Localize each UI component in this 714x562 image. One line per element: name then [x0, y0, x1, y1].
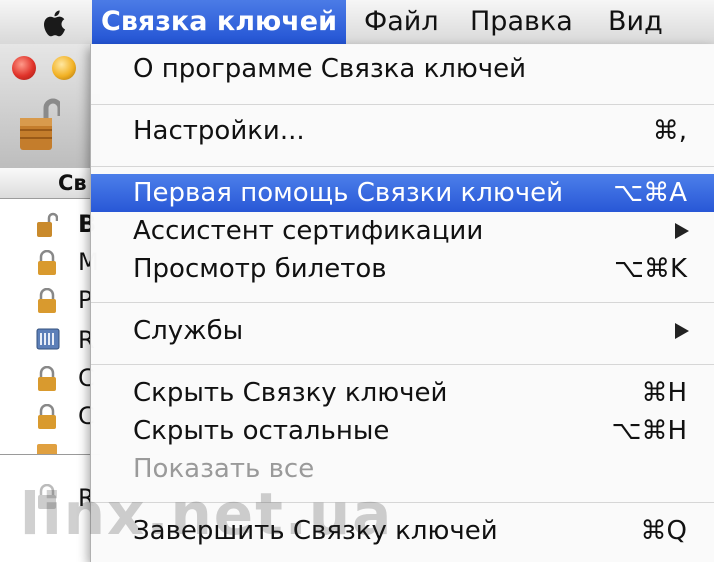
menu-item-first-aid[interactable]: Первая помощь Связки ключей ⌥⌘A	[91, 174, 714, 212]
minimize-window-button[interactable]	[52, 56, 76, 80]
menu-separator	[91, 166, 714, 167]
watermark: linx.net.ua	[20, 480, 394, 548]
list-divider	[0, 454, 100, 455]
apple-logo-icon[interactable]	[38, 6, 72, 40]
column-header[interactable]: Св	[0, 168, 100, 199]
padlock-icon	[36, 404, 58, 430]
menu-separator	[91, 302, 714, 303]
padlock-icon	[36, 250, 58, 276]
menu-item-hide-others[interactable]: Скрыть остальные ⌥⌘H	[91, 412, 714, 450]
menu-file[interactable]: Файл	[364, 0, 439, 44]
padlock-icon	[36, 366, 58, 392]
unlocked-padlock-icon	[36, 212, 58, 238]
menu-keychain-access[interactable]: Связка ключей	[92, 0, 346, 44]
menu-separator	[91, 364, 714, 365]
padlock-icon	[36, 288, 58, 314]
chevron-right-icon	[675, 223, 689, 239]
close-window-button[interactable]	[12, 56, 36, 80]
menu-item-hide-app[interactable]: Скрыть Связку ключей ⌘H	[91, 374, 714, 412]
menu-bar: Связка ключей Файл Правка Вид	[0, 0, 714, 45]
menu-item-about[interactable]: О программе Связка ключей	[91, 50, 714, 88]
window-toolbar	[0, 44, 100, 169]
menu-edit[interactable]: Правка	[470, 0, 573, 44]
menu-item-settings[interactable]: Настройки... ⌘,	[91, 112, 714, 150]
folder-icon	[36, 442, 58, 454]
chevron-right-icon	[675, 323, 689, 339]
menu-item-services[interactable]: Службы	[91, 312, 714, 350]
menu-separator	[91, 104, 714, 105]
padlock-icon[interactable]	[20, 96, 60, 152]
menu-item-certificate-assistant[interactable]: Ассистент сертификации	[91, 212, 714, 250]
menu-view[interactable]: Вид	[608, 0, 663, 44]
certificate-storage-icon	[36, 326, 60, 352]
menu-item-ticket-viewer[interactable]: Просмотр билетов ⌥⌘K	[91, 250, 714, 288]
